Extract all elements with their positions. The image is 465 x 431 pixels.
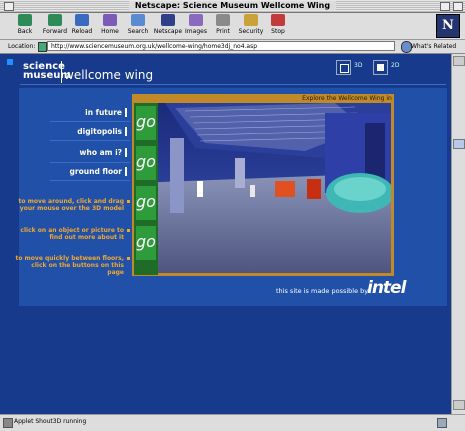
3d-model-viewer[interactable] bbox=[135, 103, 391, 273]
viewer-title: Explore the Wellcome Wing in 3D bbox=[302, 95, 392, 111]
nav-who-am-i[interactable]: who am i? bbox=[42, 148, 122, 157]
toolbar-button-label: Home bbox=[101, 28, 119, 35]
view-2d-button[interactable] bbox=[373, 60, 388, 75]
toolbar-forward-button[interactable]: Forward bbox=[40, 14, 70, 38]
toolbar-reload-button[interactable]: Reload bbox=[67, 14, 97, 38]
intel-logo[interactable]: intel bbox=[367, 278, 406, 298]
3d-scene[interactable] bbox=[135, 103, 391, 273]
back-arrow-icon bbox=[18, 14, 32, 26]
toolbar-button-label: Print bbox=[216, 28, 230, 35]
toolbar-button-label: Netscape bbox=[153, 28, 183, 35]
toolbar-netscape-button[interactable]: Netscape bbox=[153, 14, 183, 38]
nav-marker bbox=[125, 167, 127, 176]
nav-divider bbox=[50, 140, 130, 141]
instruction-move: to move around, click and drag your mous… bbox=[18, 198, 124, 212]
sponsor-text: this site is made possible by bbox=[276, 287, 369, 295]
print-icon bbox=[216, 14, 230, 26]
toolbar-button-label: Stop bbox=[271, 28, 285, 35]
toolbar-print-button[interactable]: Print bbox=[208, 14, 238, 38]
bookmark-icon[interactable] bbox=[38, 42, 47, 52]
corner-marker-icon bbox=[7, 59, 13, 65]
toolbar-button-label: Reload bbox=[71, 28, 93, 35]
security-lock-icon[interactable] bbox=[3, 418, 13, 428]
toolbar-stop-button[interactable]: Stop bbox=[263, 14, 293, 38]
nav-ground-floor[interactable]: ground floor bbox=[42, 167, 122, 176]
nav-divider bbox=[50, 121, 130, 122]
status-text: Applet Shout3D running bbox=[14, 418, 87, 425]
nav-divider bbox=[50, 180, 130, 181]
nav-marker bbox=[125, 108, 127, 117]
toolbar-button-label: Back bbox=[17, 28, 33, 35]
security-icon bbox=[244, 14, 258, 26]
images-icon bbox=[189, 14, 203, 26]
search-icon bbox=[131, 14, 145, 26]
toolbar-button-label: Search bbox=[127, 28, 149, 35]
nav-in-future[interactable]: in future bbox=[42, 108, 122, 117]
netscape-icon bbox=[161, 14, 175, 26]
logo-wellcome-wing[interactable]: wellcome wing bbox=[64, 69, 153, 81]
go-button-digitopolis[interactable]: go bbox=[136, 146, 156, 180]
nav-marker bbox=[125, 148, 127, 157]
view-3d-button[interactable] bbox=[336, 60, 351, 75]
component-bar-icon[interactable] bbox=[437, 418, 447, 428]
toolbar-button-label: Forward bbox=[42, 28, 68, 35]
toolbar-button-label: Security bbox=[238, 28, 264, 35]
toolbar-images-button[interactable]: Images bbox=[181, 14, 211, 38]
toolbar-back-button[interactable]: Back bbox=[10, 14, 40, 38]
whats-related-button[interactable]: What's Related bbox=[411, 42, 456, 51]
toolbar-search-button[interactable]: Search bbox=[123, 14, 153, 38]
location-field[interactable]: http://www.sciencemuseum.org.uk/wellcome… bbox=[47, 41, 395, 51]
scroll-thumb[interactable] bbox=[453, 139, 465, 149]
scroll-up-icon[interactable] bbox=[453, 56, 465, 66]
header-divider bbox=[20, 84, 446, 85]
stop-icon bbox=[271, 14, 285, 26]
instruction-bullet bbox=[127, 229, 130, 232]
instruction-bullet bbox=[127, 257, 130, 260]
instruction-floors: to move quickly between floors, click on… bbox=[15, 255, 124, 276]
instruction-click: click on an object or picture to find ou… bbox=[20, 227, 124, 241]
toolbar-home-button[interactable]: Home bbox=[95, 14, 125, 38]
view-2d-label: 2D bbox=[391, 62, 400, 69]
go-button-who-am-i[interactable]: go bbox=[136, 186, 156, 220]
location-label: Location: bbox=[8, 43, 36, 50]
toolbar-button-label: Images bbox=[185, 28, 207, 35]
netscape-logo-icon[interactable]: N bbox=[436, 14, 460, 38]
forward-arrow-icon bbox=[48, 14, 62, 26]
scroll-down-icon[interactable] bbox=[453, 400, 465, 410]
toolbar-security-button[interactable]: Security bbox=[236, 14, 266, 38]
go-button-in-future[interactable]: go bbox=[136, 106, 156, 140]
logo-divider bbox=[61, 61, 62, 83]
window-title: Netscape: Science Museum Wellcome Wing bbox=[0, 0, 465, 12]
view-3d-label: 3D bbox=[354, 62, 363, 69]
instruction-bullet bbox=[127, 200, 130, 203]
reload-icon bbox=[75, 14, 89, 26]
home-icon bbox=[103, 14, 117, 26]
vertical-scrollbar[interactable] bbox=[451, 54, 465, 414]
nav-digitopolis[interactable]: digitopolis bbox=[42, 127, 122, 136]
go-button-ground-floor[interactable]: go bbox=[136, 226, 156, 260]
nav-marker bbox=[125, 127, 127, 136]
nav-divider bbox=[50, 162, 130, 163]
